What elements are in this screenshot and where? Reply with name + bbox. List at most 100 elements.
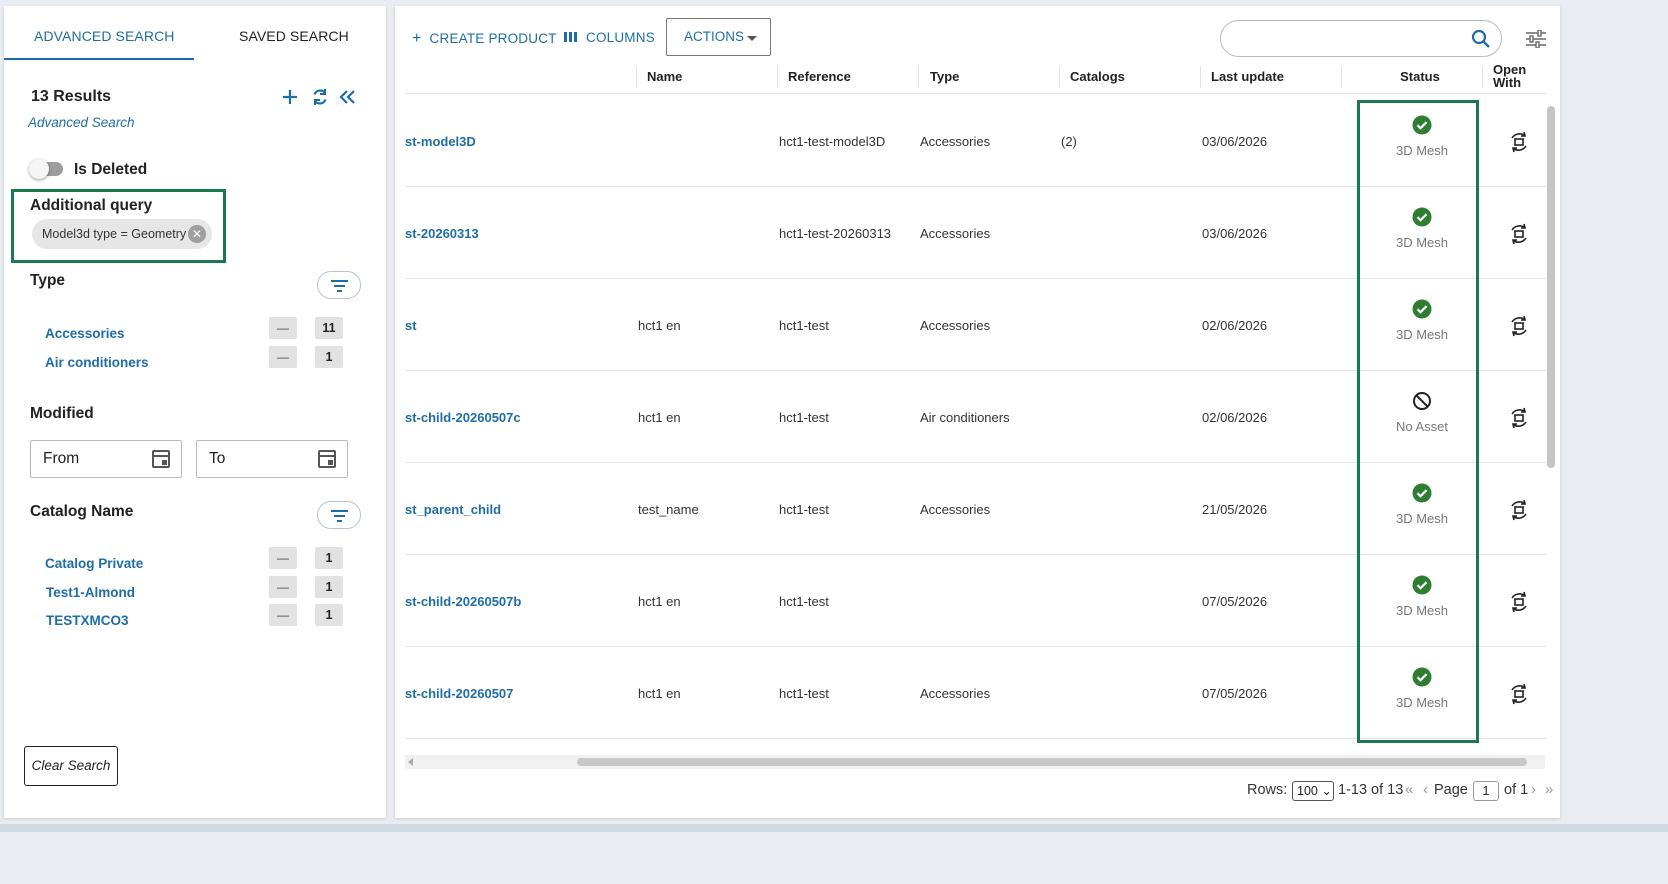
cell-name: hct1 en (638, 686, 681, 701)
facet-type-air-conditioners[interactable]: Air conditioners (45, 355, 149, 370)
next-page-icon[interactable]: › (1531, 781, 1536, 798)
horizontal-scroll-thumb[interactable] (577, 758, 1527, 766)
search-input[interactable] (1220, 20, 1502, 57)
catalog-section-title: Catalog Name (30, 503, 134, 520)
calendar-icon[interactable] (152, 450, 170, 468)
actions-dropdown[interactable]: ACTIONS (666, 18, 771, 56)
prev-page-icon[interactable]: ‹ (1423, 781, 1428, 798)
facet-count: 1 (315, 604, 343, 626)
open-with-3d-icon[interactable] (1507, 223, 1531, 245)
open-with-3d-icon[interactable] (1507, 499, 1531, 521)
column-header-catalogs[interactable]: Catalogs (1070, 60, 1125, 94)
column-header-type[interactable]: Type (930, 60, 959, 94)
add-icon[interactable] (279, 86, 301, 108)
columns-button[interactable]: COLUMNS (564, 30, 655, 45)
search-sidebar: ADVANCED SEARCH SAVED SEARCH 13 Results … (4, 6, 386, 818)
cell-id[interactable]: st_parent_child (405, 502, 501, 517)
refresh-icon[interactable] (309, 86, 331, 108)
cell-id[interactable]: st-child-20260507c (405, 410, 521, 425)
cell-reference: hct1-test (779, 686, 829, 701)
facet-type-accessories[interactable]: Accessories (45, 326, 125, 341)
column-header-status[interactable]: Status (1365, 60, 1475, 94)
cell-reference: hct1-test-20260313 (779, 226, 892, 241)
cell-catalogs: (2) (1061, 134, 1077, 149)
bottom-edge (0, 824, 1668, 832)
cell-last-update: 07/05/2026 (1202, 594, 1268, 609)
cell-type: Accessories (920, 686, 991, 701)
tab-saved-search[interactable]: SAVED SEARCH (239, 28, 349, 44)
results-count: 13 Results (31, 88, 112, 105)
modified-section-title: Modified (30, 405, 94, 422)
cell-id[interactable]: st-child-20260507 (405, 686, 513, 701)
active-tab-indicator (4, 58, 194, 60)
date-from-field[interactable]: From (30, 440, 182, 478)
facet-catalog-private[interactable]: Catalog Private (45, 556, 143, 571)
table-settings-icon[interactable] (1526, 30, 1546, 48)
facet-catalog-testxmco3[interactable]: TESTXMCO3 (46, 613, 129, 628)
page-number-input[interactable]: 1 (1473, 781, 1499, 801)
horizontal-scrollbar[interactable] (405, 755, 1545, 769)
cell-id[interactable]: st-model3D (405, 134, 476, 149)
exclude-button[interactable]: — (269, 346, 297, 368)
cell-last-update: 21/05/2026 (1202, 502, 1268, 517)
cell-reference: hct1-test (779, 410, 829, 425)
column-header-last-update[interactable]: Last update (1211, 60, 1284, 94)
advanced-search-link[interactable]: Advanced Search (28, 115, 135, 130)
open-with-3d-icon[interactable] (1507, 683, 1531, 705)
create-product-button[interactable]: + CREATE PRODUCT (412, 30, 557, 48)
cell-type: Accessories (920, 226, 991, 241)
columns-label: COLUMNS (586, 30, 655, 45)
exclude-button[interactable]: — (269, 576, 297, 598)
open-with-3d-icon[interactable] (1507, 407, 1531, 429)
cell-id[interactable]: st-20260313 (405, 226, 479, 241)
exclude-button[interactable]: — (269, 317, 297, 339)
open-with-3d-icon[interactable] (1507, 315, 1531, 337)
cell-type: Accessories (920, 502, 991, 517)
actions-label: ACTIONS (684, 29, 745, 44)
additional-query-title: Additional query (30, 197, 153, 214)
cell-name: hct1 en (638, 594, 681, 609)
cell-reference: hct1-test (779, 318, 829, 333)
vertical-scrollbar[interactable] (1545, 96, 1557, 756)
first-page-icon[interactable]: « (1405, 781, 1413, 798)
cell-name: hct1 en (638, 318, 681, 333)
type-section-title: Type (30, 272, 66, 289)
exclude-button[interactable]: — (269, 604, 297, 626)
page-background (0, 832, 1668, 884)
status-column-highlight (1357, 100, 1479, 743)
cell-type: Accessories (920, 134, 991, 149)
type-filter-button[interactable] (317, 271, 361, 299)
column-header-name[interactable]: Name (647, 60, 682, 94)
column-header-open-with[interactable]: Open With (1493, 60, 1533, 94)
scroll-left-arrow-icon[interactable] (408, 758, 413, 766)
cell-id[interactable]: st (405, 318, 417, 333)
tab-advanced-search[interactable]: ADVANCED SEARCH (34, 28, 175, 44)
cell-last-update: 07/05/2026 (1202, 686, 1268, 701)
rows-label: Rows: (1247, 782, 1288, 798)
cell-id[interactable]: st-child-20260507b (405, 594, 521, 609)
collapse-sidebar-icon[interactable] (336, 86, 358, 108)
cell-type: Air conditioners (920, 410, 1010, 425)
date-from-label: From (43, 450, 80, 467)
clear-search-button[interactable]: Clear Search (24, 746, 118, 786)
vertical-scroll-thumb[interactable] (1547, 106, 1555, 468)
open-with-3d-icon[interactable] (1507, 131, 1531, 153)
search-icon[interactable] (1471, 29, 1491, 49)
cell-reference: hct1-test (779, 594, 829, 609)
exclude-button[interactable]: — (269, 547, 297, 569)
is-deleted-toggle[interactable] (29, 159, 63, 179)
is-deleted-label: Is Deleted (74, 161, 148, 178)
facet-count: 11 (315, 317, 343, 339)
catalog-filter-button[interactable] (317, 501, 361, 529)
query-chip[interactable]: Model3d type = Geometry ✕ (32, 219, 212, 249)
date-to-label: To (209, 450, 226, 467)
sidebar-tabs: ADVANCED SEARCH SAVED SEARCH (4, 6, 386, 60)
calendar-icon[interactable] (318, 450, 336, 468)
column-header-reference[interactable]: Reference (788, 60, 851, 94)
facet-catalog-test1-almond[interactable]: Test1-Almond (46, 585, 135, 600)
open-with-3d-icon[interactable] (1507, 591, 1531, 613)
rows-per-page-select[interactable]: 100 ⌄ (1292, 781, 1334, 801)
remove-chip-icon[interactable]: ✕ (188, 225, 206, 243)
last-page-icon[interactable]: » (1545, 781, 1553, 798)
date-to-field[interactable]: To (196, 440, 348, 478)
